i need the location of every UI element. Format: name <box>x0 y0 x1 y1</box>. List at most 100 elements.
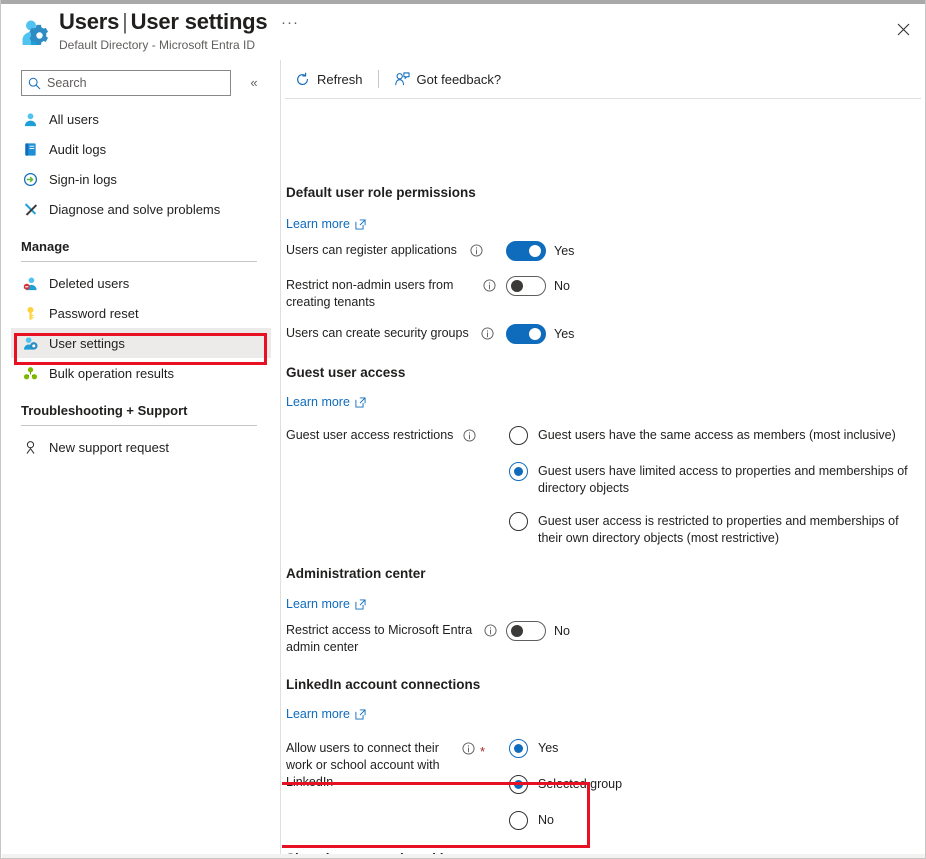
toggle-restrict-access-to-admin-center[interactable] <box>506 621 546 641</box>
refresh-button[interactable]: Refresh <box>285 64 373 94</box>
radio-linkedin-no[interactable] <box>509 811 528 830</box>
sidebar-item-label: Sign-in logs <box>49 171 117 187</box>
toggle-value-users-can-register-applications: Yes <box>554 244 575 258</box>
info-icon[interactable] <box>470 244 483 257</box>
radio-label-guest-same-access[interactable]: Guest users have the same access as memb… <box>538 427 908 444</box>
sidebar-item-sign-in-logs[interactable]: Sign-in logs <box>11 164 271 194</box>
radio-guest-restricted-access[interactable] <box>509 512 528 531</box>
search-icon <box>28 77 41 90</box>
blade-header: Users | User settings Default Directory - … <box>1 4 925 60</box>
title-primary: Users <box>59 9 120 34</box>
sidebar-search-row: « <box>21 70 271 96</box>
sidebar-group-troubleshooting-support: Troubleshooting + Support <box>11 401 271 426</box>
learn-more-label: Learn more <box>286 217 350 231</box>
sidebar-item-user-settings[interactable]: User settings <box>11 328 271 358</box>
book-icon <box>21 140 39 158</box>
got-feedback-label: Got feedback? <box>416 71 502 87</box>
radio-label-guest-restricted-access[interactable]: Guest user access is restricted to prope… <box>538 513 914 547</box>
close-icon[interactable] <box>887 13 919 45</box>
got-feedback-button[interactable]: Got feedback? <box>384 64 512 94</box>
settings-body: Default user role permissions Learn more… <box>282 99 925 858</box>
info-icon[interactable] <box>462 742 475 755</box>
learn-more-label: Learn more <box>286 395 350 409</box>
search-input[interactable] <box>47 76 217 90</box>
toggle-value-users-can-create-security-groups: Yes <box>554 327 575 341</box>
setting-label-users-can-register-applications: Users can register applications <box>286 243 457 257</box>
sidebar-group-title: Manage <box>21 239 70 254</box>
section-title-linkedin-account-connections: LinkedIn account connections <box>286 677 481 692</box>
learn-more-label: Learn more <box>286 597 350 611</box>
section-title-administration-center: Administration center <box>286 566 426 581</box>
sidebar-item-deleted-users[interactable]: Deleted users <box>11 268 271 298</box>
refresh-label: Refresh <box>317 71 363 87</box>
sidebar-item-audit-logs[interactable]: Audit logs <box>11 134 271 164</box>
toggle-value-restrict-non-admin-users: No <box>554 279 570 293</box>
radio-linkedin-yes[interactable] <box>509 739 528 758</box>
learn-more-link-administration-center[interactable]: Learn more <box>286 597 366 611</box>
sidebar-item-bulk-operation-results[interactable]: Bulk operation results <box>11 358 271 388</box>
command-bar-divider <box>377 70 379 88</box>
info-icon[interactable] <box>481 327 494 340</box>
sidebar-item-label: User settings <box>49 335 125 351</box>
horizontal-scrollbar[interactable] <box>2 854 925 858</box>
sidebar-item-new-support-request[interactable]: New support request <box>11 432 271 462</box>
sidebar-nav: All users Audit logs Sign-in logs Diagno… <box>1 104 281 462</box>
toggle-knob <box>511 280 523 292</box>
field-label-guest-user-access-restrictions: Guest user access restrictions <box>286 428 454 442</box>
radio-guest-same-access[interactable] <box>509 426 528 445</box>
radio-label-linkedin-selected-group[interactable]: Selected group <box>538 776 622 793</box>
info-icon[interactable] <box>484 624 497 637</box>
sidebar-item-label: New support request <box>49 439 169 455</box>
sidebar-item-label: Bulk operation results <box>49 365 175 381</box>
external-link-icon <box>355 708 366 720</box>
sidebar-group-manage: Manage <box>11 237 271 262</box>
refresh-icon <box>295 72 310 87</box>
info-icon[interactable] <box>483 279 496 292</box>
user-settings-blade: Users | User settings Default Directory - … <box>0 0 926 859</box>
radio-label-guest-limited-access[interactable]: Guest users have limited access to prope… <box>538 463 914 497</box>
sidebar-item-label: Deleted users <box>49 275 130 291</box>
deleted-user-icon <box>21 274 39 292</box>
sidebar-item-label: Diagnose and solve problems <box>49 201 221 217</box>
feedback-person-icon <box>394 71 410 87</box>
sidebar-item-diagnose-and-solve-problems[interactable]: Diagnose and solve problems <box>11 194 271 224</box>
sidebar-item-label: Password reset <box>49 305 139 321</box>
support-person-icon <box>21 438 39 456</box>
radio-guest-limited-access[interactable] <box>509 462 528 481</box>
field-label-allow-users-to-connect-linkedin: Allow users to connect their work or sch… <box>286 741 440 789</box>
wrench-screwdriver-icon <box>21 200 39 218</box>
user-settings-icon <box>21 334 39 352</box>
learn-more-link-guest-user-access[interactable]: Learn more <box>286 395 366 409</box>
sidebar-item-password-reset[interactable]: Password reset <box>11 298 271 328</box>
info-icon[interactable] <box>463 429 476 442</box>
section-title-guest-user-access: Guest user access <box>286 365 406 380</box>
toggle-knob <box>529 245 541 257</box>
key-icon <box>21 304 39 322</box>
setting-label-users-can-create-security-groups: Users can create security groups <box>286 326 469 340</box>
toggle-users-can-register-applications[interactable] <box>506 241 546 261</box>
title-separator: | <box>122 9 128 34</box>
setting-label-restrict-access-to-admin-center: Restrict access to Microsoft Entra admin… <box>286 623 473 654</box>
sidebar-item-label: All users <box>49 111 99 127</box>
radio-label-linkedin-no[interactable]: No <box>538 812 554 829</box>
setting-label-restrict-non-admin-users-from-creating-tenants: Restrict non-admin users from creating t… <box>286 278 454 309</box>
external-link-icon <box>355 598 366 610</box>
users-settings-icon <box>19 16 53 50</box>
page-subtitle: Default Directory - Microsoft Entra ID <box>59 38 256 52</box>
toggle-users-can-create-security-groups[interactable] <box>506 324 546 344</box>
section-title-default-user-role-permissions: Default user role permissions <box>286 185 476 200</box>
radio-label-linkedin-yes[interactable]: Yes <box>538 740 558 757</box>
collapse-sidebar-button[interactable]: « <box>243 72 265 94</box>
search-box[interactable] <box>21 70 231 96</box>
toggle-restrict-non-admin-users[interactable] <box>506 276 546 296</box>
title-secondary: User settings <box>130 9 268 34</box>
sidebar-item-all-users[interactable]: All users <box>11 104 271 134</box>
more-options-button[interactable]: ··· <box>277 15 303 41</box>
radio-linkedin-selected-group-placeholder <box>509 775 528 794</box>
toggle-value-restrict-access-to-admin-center: No <box>554 624 570 638</box>
sidebar-group-title: Troubleshooting + Support <box>21 403 188 418</box>
page-title: Users | User settings Default Directory - … <box>59 8 268 53</box>
user-icon <box>21 110 39 128</box>
learn-more-link-linkedin[interactable]: Learn more <box>286 707 366 721</box>
learn-more-link-default-user-role[interactable]: Learn more <box>286 217 366 231</box>
